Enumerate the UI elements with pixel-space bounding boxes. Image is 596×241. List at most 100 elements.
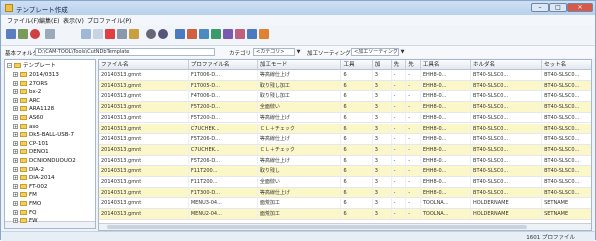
column-header[interactable]: 加	[372, 60, 392, 70]
table-row[interactable]: 20140313.gmnt MENU2-04... 面荒加工 6 3- - TOOLNA..…	[99, 209, 591, 220]
new-icon[interactable]	[6, 29, 16, 39]
gear-alt-icon[interactable]	[158, 29, 168, 39]
tree-item[interactable]: + DIA-2	[13, 166, 44, 174]
tree-item[interactable]: + AS60	[13, 114, 43, 122]
template-tree[interactable]: − テンプレート +2014/0313 +27ORS + bx-2 + ARC + ARA112…	[4, 59, 96, 229]
menu-view[interactable]: 表示(V)	[63, 16, 84, 25]
tree-item[interactable]: + FM	[13, 191, 37, 199]
column-header[interactable]: セット名	[542, 60, 591, 70]
expand-icon[interactable]: +	[13, 166, 18, 172]
table-row[interactable]: 20140313.gmnt F4T006-D... 取り残し加工 6 3- - EHH8-0…	[99, 91, 591, 103]
expand-icon[interactable]: +	[13, 201, 18, 206]
tree-item[interactable]: + Dk5-BALL-USB-7	[13, 131, 74, 139]
column-header[interactable]: 工具名	[420, 60, 472, 70]
expand-icon[interactable]: +	[13, 123, 18, 129]
expand-icon[interactable]: +	[13, 175, 18, 181]
table-row[interactable]: 20140313.gmnt F1T300-D... 等高線仕上げ 6 3- - EHH8-0…	[99, 187, 591, 199]
menu-profile[interactable]: プロファイル(P)	[87, 16, 131, 25]
column-header[interactable]: 工具	[341, 60, 373, 70]
tree-root[interactable]: − テンプレート	[7, 62, 56, 70]
column-header[interactable]: ホルダ名	[471, 60, 543, 70]
column-header[interactable]: 先	[406, 60, 421, 70]
window-icon[interactable]	[223, 29, 233, 39]
tree-item[interactable]: + FW	[13, 217, 38, 225]
folder-icon	[20, 132, 27, 138]
column-header[interactable]: 先	[391, 60, 407, 70]
expand-icon[interactable]: +	[13, 89, 18, 95]
refresh-icon[interactable]	[30, 29, 40, 39]
table-row[interactable]: 20140313.gmnt F11T200... 取り残し 6 3- - EHH8-0...…	[99, 166, 591, 177]
column-header[interactable]: ファイル名	[99, 60, 189, 70]
table-row[interactable]: 20140313.gmnt F1T006-D... 等高線仕上げ 6 3- - EHH8-0…	[99, 70, 591, 81]
minimize-button[interactable]: –	[531, 3, 549, 12]
expand-icon[interactable]: +	[13, 158, 18, 163]
help-icon[interactable]	[259, 29, 269, 39]
folder-icon	[20, 201, 27, 206]
tree-item[interactable]: + ARC	[13, 97, 40, 105]
save-icon[interactable]	[18, 29, 28, 39]
collapse-icon[interactable]: −	[7, 63, 12, 68]
delete-icon[interactable]	[105, 29, 115, 39]
table-row[interactable]: 20140313.gmnt F5T206-D... 等高線仕上げ 6 3- - EHH8-0…	[99, 134, 591, 145]
tree-item[interactable]: + DENO1	[13, 148, 49, 156]
close-button[interactable]: ✕	[567, 3, 593, 12]
column-header[interactable]: プロファイル名	[188, 60, 258, 70]
menu-edit[interactable]: 編集(E)	[39, 16, 59, 25]
table-row[interactable]: 20140313.gmnt F5T206-D... 等高線仕上げ 6 3- - EHH8-0…	[99, 155, 591, 167]
paste-icon[interactable]	[93, 29, 103, 39]
table-row[interactable]: 20140313.gmnt F11T200... 全面倣い 6 3- - EHH8-0...…	[99, 177, 591, 188]
expand-icon[interactable]: +	[13, 132, 18, 138]
expand-icon[interactable]: +	[13, 80, 18, 86]
tree-item[interactable]: +2014/0313	[13, 71, 59, 79]
expand-icon[interactable]: +	[13, 192, 18, 198]
tree-item[interactable]: + CP-101	[13, 140, 49, 148]
sort-select[interactable]: <加工ソーティング>	[351, 48, 399, 56]
table-row[interactable]: 20140313.gmnt C7UCHEK... ＣＬ＋チェック 6 3- - EHH8-0…	[99, 123, 591, 135]
export-icon[interactable]	[199, 29, 209, 39]
import-icon[interactable]	[211, 29, 221, 39]
expand-icon[interactable]: +	[13, 183, 18, 189]
expand-icon[interactable]: +	[13, 140, 18, 146]
tree-item[interactable]: + bx-2	[13, 88, 41, 96]
layout-icon[interactable]	[235, 29, 245, 39]
tree-item[interactable]: + ARA1128	[13, 105, 54, 113]
tree-item[interactable]: + FQ	[13, 209, 37, 217]
filter-icon[interactable]	[175, 29, 185, 39]
table-row[interactable]: 20140313.gmnt F5T200-D... 全面倣い 6 3- - EHH8-0..…	[99, 102, 591, 113]
expand-icon[interactable]: +	[13, 218, 18, 224]
table-cell: 面荒加工	[258, 198, 342, 209]
tree-item[interactable]: + DIA-2014	[13, 174, 54, 182]
sort-dropdown-icon[interactable]: ▼	[399, 48, 406, 56]
category-select[interactable]: <カテゴリ>	[253, 48, 295, 56]
column-header[interactable]: 加工モード	[257, 60, 342, 70]
scroll-thumb[interactable]	[107, 225, 527, 229]
table-row[interactable]: 20140313.gmnt C7UCHEK... ＣＬ＋チェック 6 3- - EHH8-0…	[99, 144, 591, 156]
table-scrollbar[interactable]	[99, 223, 591, 230]
table-row[interactable]: 20140313.gmnt MENU3-04... 面荒加工 6 3- - TOOLNA..…	[99, 198, 591, 210]
edit-icon[interactable]	[129, 29, 139, 39]
tree-item[interactable]: + FMO	[13, 200, 41, 208]
menu-file[interactable]: ファイル(F)	[7, 16, 39, 25]
table-row[interactable]: 20140313.gmnt F1T005-D... 取り残し加工 6 3- - EHH8-0…	[99, 80, 591, 92]
expand-icon[interactable]: +	[13, 209, 18, 215]
tree-item[interactable]: + aso	[13, 123, 39, 131]
folder-path-input[interactable]: D:\CAM-TOOL\Tools\CutNDbTemplate	[35, 48, 215, 56]
maximize-button[interactable]: □	[549, 3, 567, 12]
expand-icon[interactable]: +	[13, 97, 18, 103]
table-row[interactable]: 20140313.gmnt F5T200-D... 等高線仕上げ 6 3- - EHH8-0…	[99, 112, 591, 124]
tree-item[interactable]: +27ORS	[13, 80, 48, 88]
expand-icon[interactable]: +	[13, 115, 18, 120]
copy-icon[interactable]	[81, 29, 91, 39]
expand-icon[interactable]: +	[13, 72, 18, 77]
settings-icon[interactable]	[45, 29, 55, 39]
list-icon[interactable]	[247, 29, 257, 39]
tree-item[interactable]: + DCNIONDUOUO2	[13, 157, 76, 165]
table-cell: -	[392, 209, 407, 220]
grid-icon[interactable]	[117, 29, 127, 39]
category-dropdown-icon[interactable]: ▼	[295, 48, 302, 56]
expand-icon[interactable]: +	[13, 106, 18, 112]
tool-icon[interactable]	[187, 29, 197, 39]
expand-icon[interactable]: +	[13, 149, 18, 155]
gear-icon[interactable]	[146, 29, 156, 39]
tree-item[interactable]: + FT-002	[13, 183, 47, 191]
